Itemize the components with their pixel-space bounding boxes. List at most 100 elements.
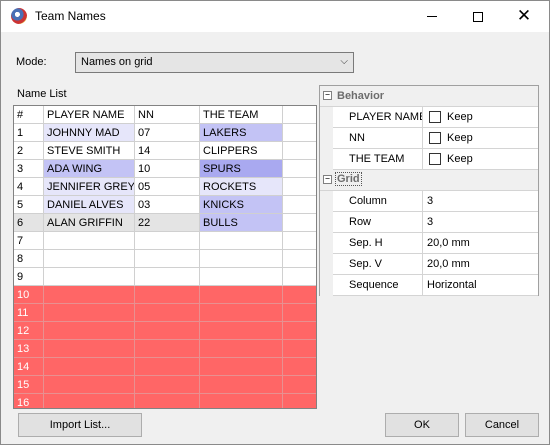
property-row[interactable]: Sequence Horizontal: [320, 275, 538, 296]
grid-cell-nn[interactable]: 14: [135, 142, 200, 160]
grid-cell-num[interactable]: 11: [14, 304, 44, 322]
grid-cell-player[interactable]: JOHNNY MAD: [44, 124, 135, 142]
behavior-category[interactable]: − Behavior: [320, 86, 538, 107]
table-row[interactable]: 1 JOHNNY MAD 07 LAKERS: [14, 124, 316, 142]
grid-cell-extra[interactable]: [283, 214, 316, 232]
grid-cell-team[interactable]: [200, 232, 283, 250]
column-header-number[interactable]: #: [14, 106, 44, 124]
name-list-grid[interactable]: # PLAYER NAME NN THE TEAM 1 JOHNNY MAD 07 L…: [13, 105, 317, 409]
table-row[interactable]: 13: [14, 340, 316, 358]
column-header-nn[interactable]: NN: [135, 106, 200, 124]
grid-cell-team[interactable]: KNICKS: [200, 196, 283, 214]
property-value[interactable]: 20,0 mm: [423, 233, 538, 254]
grid-cell-num[interactable]: 3: [14, 160, 44, 178]
collapse-icon[interactable]: −: [323, 175, 332, 184]
grid-cell-player[interactable]: DANIEL ALVES: [44, 196, 135, 214]
maximize-button[interactable]: [455, 1, 501, 32]
column-header-player-name[interactable]: PLAYER NAME: [44, 106, 135, 124]
grid-cell-num[interactable]: 14: [14, 358, 44, 376]
property-value[interactable]: Keep: [423, 149, 538, 170]
grid-cell-team[interactable]: BULLS: [200, 214, 283, 232]
grid-cell-team[interactable]: CLIPPERS: [200, 142, 283, 160]
grid-cell-team[interactable]: [200, 394, 283, 408]
grid-cell-extra[interactable]: [283, 160, 316, 178]
grid-cell-player[interactable]: [44, 304, 135, 322]
keep-checkbox[interactable]: [429, 153, 441, 165]
close-button[interactable]: ✕: [501, 1, 547, 32]
grid-cell-player[interactable]: [44, 340, 135, 358]
column-header-team[interactable]: THE TEAM: [200, 106, 283, 124]
grid-cell-extra[interactable]: [283, 322, 316, 340]
grid-cell-nn[interactable]: 10: [135, 160, 200, 178]
grid-cell-num[interactable]: 13: [14, 340, 44, 358]
grid-cell-num[interactable]: 7: [14, 232, 44, 250]
grid-cell-nn[interactable]: 22: [135, 214, 200, 232]
table-row[interactable]: 9: [14, 268, 316, 286]
column-header-empty[interactable]: [283, 106, 316, 124]
grid-cell-player[interactable]: ADA WING: [44, 160, 135, 178]
grid-cell-extra[interactable]: [283, 394, 316, 408]
grid-cell-player[interactable]: [44, 232, 135, 250]
grid-cell-player[interactable]: STEVE SMITH: [44, 142, 135, 160]
grid-cell-extra[interactable]: [283, 178, 316, 196]
table-row[interactable]: 4 JENNIFER GREY 05 ROCKETS: [14, 178, 316, 196]
grid-cell-num[interactable]: 8: [14, 250, 44, 268]
table-row[interactable]: 2 STEVE SMITH 14 CLIPPERS: [14, 142, 316, 160]
grid-cell-team[interactable]: ROCKETS: [200, 178, 283, 196]
grid-cell-num[interactable]: 16: [14, 394, 44, 408]
table-row[interactable]: 8: [14, 250, 316, 268]
collapse-icon[interactable]: −: [323, 91, 332, 100]
mode-select[interactable]: Names on grid ⌵: [75, 52, 354, 73]
grid-cell-nn[interactable]: [135, 358, 200, 376]
grid-cell-player[interactable]: [44, 376, 135, 394]
keep-checkbox[interactable]: [429, 111, 441, 123]
grid-cell-player[interactable]: ALAN GRIFFIN: [44, 214, 135, 232]
grid-cell-player[interactable]: [44, 250, 135, 268]
property-row[interactable]: THE TEAM Keep: [320, 149, 538, 170]
grid-cell-team[interactable]: [200, 304, 283, 322]
grid-cell-extra[interactable]: [283, 250, 316, 268]
grid-cell-team[interactable]: SPURS: [200, 160, 283, 178]
grid-cell-team[interactable]: [200, 376, 283, 394]
table-row[interactable]: 12: [14, 322, 316, 340]
property-row[interactable]: Sep. H 20,0 mm: [320, 233, 538, 254]
grid-cell-player[interactable]: [44, 358, 135, 376]
table-row[interactable]: 14: [14, 358, 316, 376]
property-row[interactable]: Sep. V 20,0 mm: [320, 254, 538, 275]
grid-cell-num[interactable]: 6: [14, 214, 44, 232]
property-value[interactable]: Horizontal: [423, 275, 538, 296]
grid-cell-nn[interactable]: [135, 340, 200, 358]
property-row[interactable]: PLAYER NAME Keep: [320, 107, 538, 128]
minimize-button[interactable]: [409, 1, 455, 32]
grid-cell-extra[interactable]: [283, 124, 316, 142]
grid-cell-nn[interactable]: 07: [135, 124, 200, 142]
grid-cell-extra[interactable]: [283, 268, 316, 286]
grid-cell-nn[interactable]: [135, 286, 200, 304]
table-row[interactable]: 15: [14, 376, 316, 394]
grid-cell-extra[interactable]: [283, 340, 316, 358]
grid-cell-num[interactable]: 10: [14, 286, 44, 304]
grid-cell-extra[interactable]: [283, 232, 316, 250]
grid-cell-extra[interactable]: [283, 376, 316, 394]
grid-cell-nn[interactable]: [135, 268, 200, 286]
grid-cell-team[interactable]: [200, 358, 283, 376]
table-row[interactable]: 10: [14, 286, 316, 304]
property-value[interactable]: Keep: [423, 128, 538, 149]
property-row[interactable]: Row 3: [320, 212, 538, 233]
table-row[interactable]: 16: [14, 394, 316, 408]
grid-cell-nn[interactable]: 03: [135, 196, 200, 214]
grid-cell-nn[interactable]: [135, 250, 200, 268]
grid-cell-player[interactable]: [44, 286, 135, 304]
grid-cell-num[interactable]: 15: [14, 376, 44, 394]
keep-checkbox[interactable]: [429, 132, 441, 144]
property-row[interactable]: Column 3: [320, 191, 538, 212]
grid-cell-player[interactable]: [44, 322, 135, 340]
grid-cell-extra[interactable]: [283, 304, 316, 322]
table-row[interactable]: 6 ALAN GRIFFIN 22 BULLS: [14, 214, 316, 232]
grid-cell-team[interactable]: LAKERS: [200, 124, 283, 142]
import-list-button[interactable]: Import List...: [18, 413, 142, 437]
property-value[interactable]: 20,0 mm: [423, 254, 538, 275]
grid-cell-num[interactable]: 2: [14, 142, 44, 160]
grid-cell-num[interactable]: 4: [14, 178, 44, 196]
title-bar[interactable]: Team Names ✕: [1, 1, 549, 32]
